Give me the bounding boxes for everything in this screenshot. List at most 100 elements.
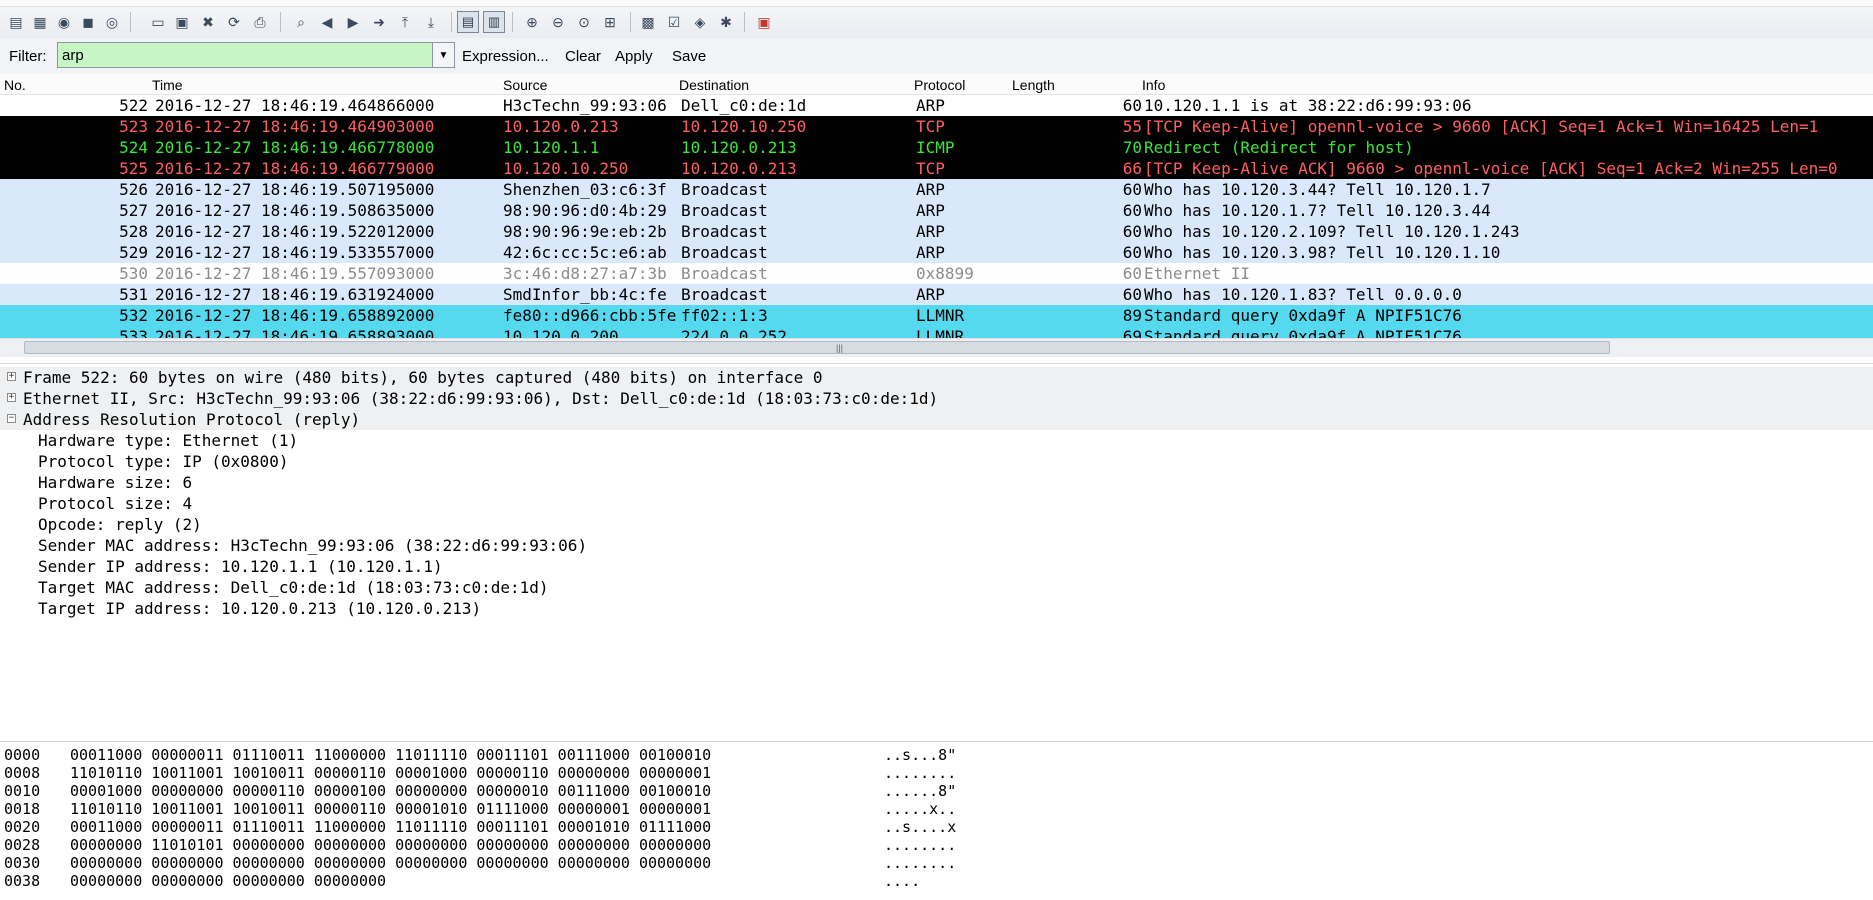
filter-dropdown-button[interactable]: ▼ <box>433 42 455 68</box>
coloring-rules-icon[interactable]: ◈ <box>690 12 710 32</box>
scrollbar-grip-icon: ||| <box>836 343 844 353</box>
packet-row[interactable]: 522 2016-12-27 18:46:19.464866000 H3cTechn… <box>0 95 1873 116</box>
packet-time: 2016-12-27 18:46:19.557093000 <box>155 264 435 283</box>
packet-info: Redirect (Redirect for host) <box>1144 138 1414 157</box>
packet-list-pane[interactable]: No. Time Source Destination Protocol Len… <box>0 74 1873 358</box>
resize-columns-icon[interactable]: ⊞ <box>600 12 620 32</box>
packet-time: 2016-12-27 18:46:19.466778000 <box>155 138 435 157</box>
packet-row[interactable]: 529 2016-12-27 18:46:19.533557000 42:6c:cc… <box>0 242 1873 263</box>
column-header-no[interactable]: No. <box>4 77 26 93</box>
preferences-icon[interactable]: ✱ <box>716 12 736 32</box>
filter-label: Filter: <box>9 48 47 65</box>
close-file-icon[interactable]: ✖ <box>198 12 218 32</box>
print-icon[interactable]: ⎙ <box>250 12 270 32</box>
packet-source: 42:6c:cc:5c:e6:ab <box>503 243 667 262</box>
bytes-row[interactable]: 0030 00000000 00000000 00000000 00000000 … <box>0 854 1873 872</box>
zoom-in-icon[interactable]: ⊕ <box>522 12 542 32</box>
byte-ascii: .....x.. <box>884 800 957 818</box>
tree-field[interactable]: Protocol type: IP (0x0800) <box>0 451 1873 472</box>
capture-options-icon[interactable]: ▦ <box>30 12 50 32</box>
auto-scroll-icon[interactable]: ▥ <box>483 11 505 33</box>
column-header-info[interactable]: Info <box>1142 77 1165 93</box>
bytes-row[interactable]: 0028 00000000 11010101 00000000 00000000 … <box>0 836 1873 854</box>
byte-bits: 00000000 00000000 00000000 00000000 0000… <box>70 854 712 872</box>
go-back-icon[interactable]: ◀ <box>317 12 337 32</box>
packet-destination: Broadcast <box>681 201 768 220</box>
packet-row[interactable]: 523 2016-12-27 18:46:19.464903000 10.120.0… <box>0 116 1873 137</box>
bytes-row[interactable]: 0000 00011000 00000011 01110011 11000000 … <box>0 746 1873 764</box>
tree-node[interactable]: + Ethernet II, Src: H3cTechn_99:93:06 (38… <box>0 388 1873 409</box>
bytes-row[interactable]: 0008 11010110 10011001 10010011 00000110 … <box>0 764 1873 782</box>
colorize-icon[interactable]: ▤ <box>457 11 479 33</box>
column-header-length[interactable]: Length <box>1012 77 1055 93</box>
column-header-source[interactable]: Source <box>503 77 547 93</box>
save-filter-button[interactable]: Save <box>672 48 706 65</box>
packet-no: 526 <box>119 180 148 199</box>
tree-field[interactable]: Sender IP address: 10.120.1.1 (10.120.1.… <box>0 556 1873 577</box>
collapse-icon[interactable]: − <box>7 414 16 423</box>
zoom-out-icon[interactable]: ⊖ <box>548 12 568 32</box>
help-icon[interactable]: ▣ <box>754 12 774 32</box>
go-to-packet-icon[interactable]: ➜ <box>369 12 389 32</box>
display-filter-input[interactable] <box>57 42 433 68</box>
clear-button[interactable]: Clear <box>565 48 601 65</box>
bytes-row[interactable]: 0020 00011000 00000011 01110011 11000000 … <box>0 818 1873 836</box>
bytes-row[interactable]: 0010 00001000 00000000 00000110 00000100 … <box>0 782 1873 800</box>
column-header-destination[interactable]: Destination <box>679 77 749 93</box>
tree-field[interactable]: Opcode: reply (2) <box>0 514 1873 535</box>
packet-row[interactable]: 531 2016-12-27 18:46:19.631924000 SmdInfor… <box>0 284 1873 305</box>
packet-destination: 10.120.10.250 <box>681 117 807 136</box>
byte-ascii: ........ <box>884 836 957 854</box>
tree-field[interactable]: Sender MAC address: H3cTechn_99:93:06 (3… <box>0 535 1873 556</box>
packet-row[interactable]: 527 2016-12-27 18:46:19.508635000 98:90:96… <box>0 200 1873 221</box>
go-forward-icon[interactable]: ▶ <box>343 12 363 32</box>
bytes-row[interactable]: 0038 00000000 00000000 00000000 00000000.… <box>0 872 1873 890</box>
packet-row[interactable]: 524 2016-12-27 18:46:19.466778000 10.120.1… <box>0 137 1873 158</box>
packet-time: 2016-12-27 18:46:19.631924000 <box>155 285 435 304</box>
tree-field[interactable]: Target MAC address: Dell_c0:de:1d (18:03… <box>0 577 1873 598</box>
scrollbar-thumb[interactable]: ||| <box>24 341 1610 354</box>
display-filters-icon[interactable]: ☑ <box>664 12 684 32</box>
go-last-icon[interactable]: ⤓ <box>421 12 441 32</box>
byte-offset: 0000 <box>4 746 41 764</box>
packet-list-horizontal-scrollbar[interactable]: ||| <box>0 338 1873 357</box>
packet-length: 66 <box>1122 159 1142 178</box>
stop-capture-icon[interactable]: ◼ <box>78 12 98 32</box>
save-file-icon[interactable]: ▣ <box>172 12 192 32</box>
zoom-normal-icon[interactable]: ⊙ <box>574 12 594 32</box>
restart-capture-icon[interactable]: ◎ <box>102 12 122 32</box>
bytes-row[interactable]: 0018 11010110 10011001 10010011 00000110 … <box>0 800 1873 818</box>
reload-icon[interactable]: ⟳ <box>224 12 244 32</box>
expression-button[interactable]: Expression... <box>462 48 549 65</box>
packet-row[interactable]: 525 2016-12-27 18:46:19.466779000 10.120.1… <box>0 158 1873 179</box>
byte-ascii: ......8" <box>884 782 957 800</box>
packet-list-header: No. Time Source Destination Protocol Len… <box>0 74 1873 95</box>
start-capture-icon[interactable]: ◉ <box>54 12 74 32</box>
tree-node[interactable]: − Address Resolution Protocol (reply) <box>0 409 1873 430</box>
packet-source: 3c:46:d8:27:a7:3b <box>503 264 667 283</box>
column-header-protocol[interactable]: Protocol <box>914 77 965 93</box>
apply-button[interactable]: Apply <box>615 48 653 65</box>
tree-node[interactable]: + Frame 522: 60 bytes on wire (480 bits),… <box>0 367 1873 388</box>
open-file-icon[interactable]: ▭ <box>148 12 168 32</box>
tree-field[interactable]: Hardware type: Ethernet (1) <box>0 430 1873 451</box>
tree-field[interactable]: Target IP address: 10.120.0.213 (10.120.… <box>0 598 1873 619</box>
packet-bytes-pane[interactable]: 0000 00011000 00000011 01110011 11000000 … <box>0 741 1873 900</box>
byte-offset: 0038 <box>4 872 41 890</box>
expand-icon[interactable]: + <box>7 372 16 381</box>
tree-label: Protocol size: 4 <box>38 494 193 513</box>
column-header-time[interactable]: Time <box>152 77 183 93</box>
packet-info: [TCP Keep-Alive ACK] 9660 > opennl-voice… <box>1144 159 1838 178</box>
tree-field[interactable]: Protocol size: 4 <box>0 493 1873 514</box>
tree-field[interactable]: Hardware size: 6 <box>0 472 1873 493</box>
packet-row[interactable]: 530 2016-12-27 18:46:19.557093000 3c:46:d8… <box>0 263 1873 284</box>
capture-filters-icon[interactable]: ▩ <box>638 12 658 32</box>
packet-row[interactable]: 526 2016-12-27 18:46:19.507195000 Shenzhen… <box>0 179 1873 200</box>
go-first-icon[interactable]: ⤒ <box>395 12 415 32</box>
packet-details-pane[interactable]: + Frame 522: 60 bytes on wire (480 bits),… <box>0 363 1873 740</box>
packet-row[interactable]: 532 2016-12-27 18:46:19.658892000 fe80::d9… <box>0 305 1873 326</box>
expand-icon[interactable]: + <box>7 393 16 402</box>
packet-row[interactable]: 528 2016-12-27 18:46:19.522012000 98:90:96… <box>0 221 1873 242</box>
find-packet-icon[interactable]: ⌕ <box>291 12 311 32</box>
interface-list-icon[interactable]: ▤ <box>6 12 26 32</box>
